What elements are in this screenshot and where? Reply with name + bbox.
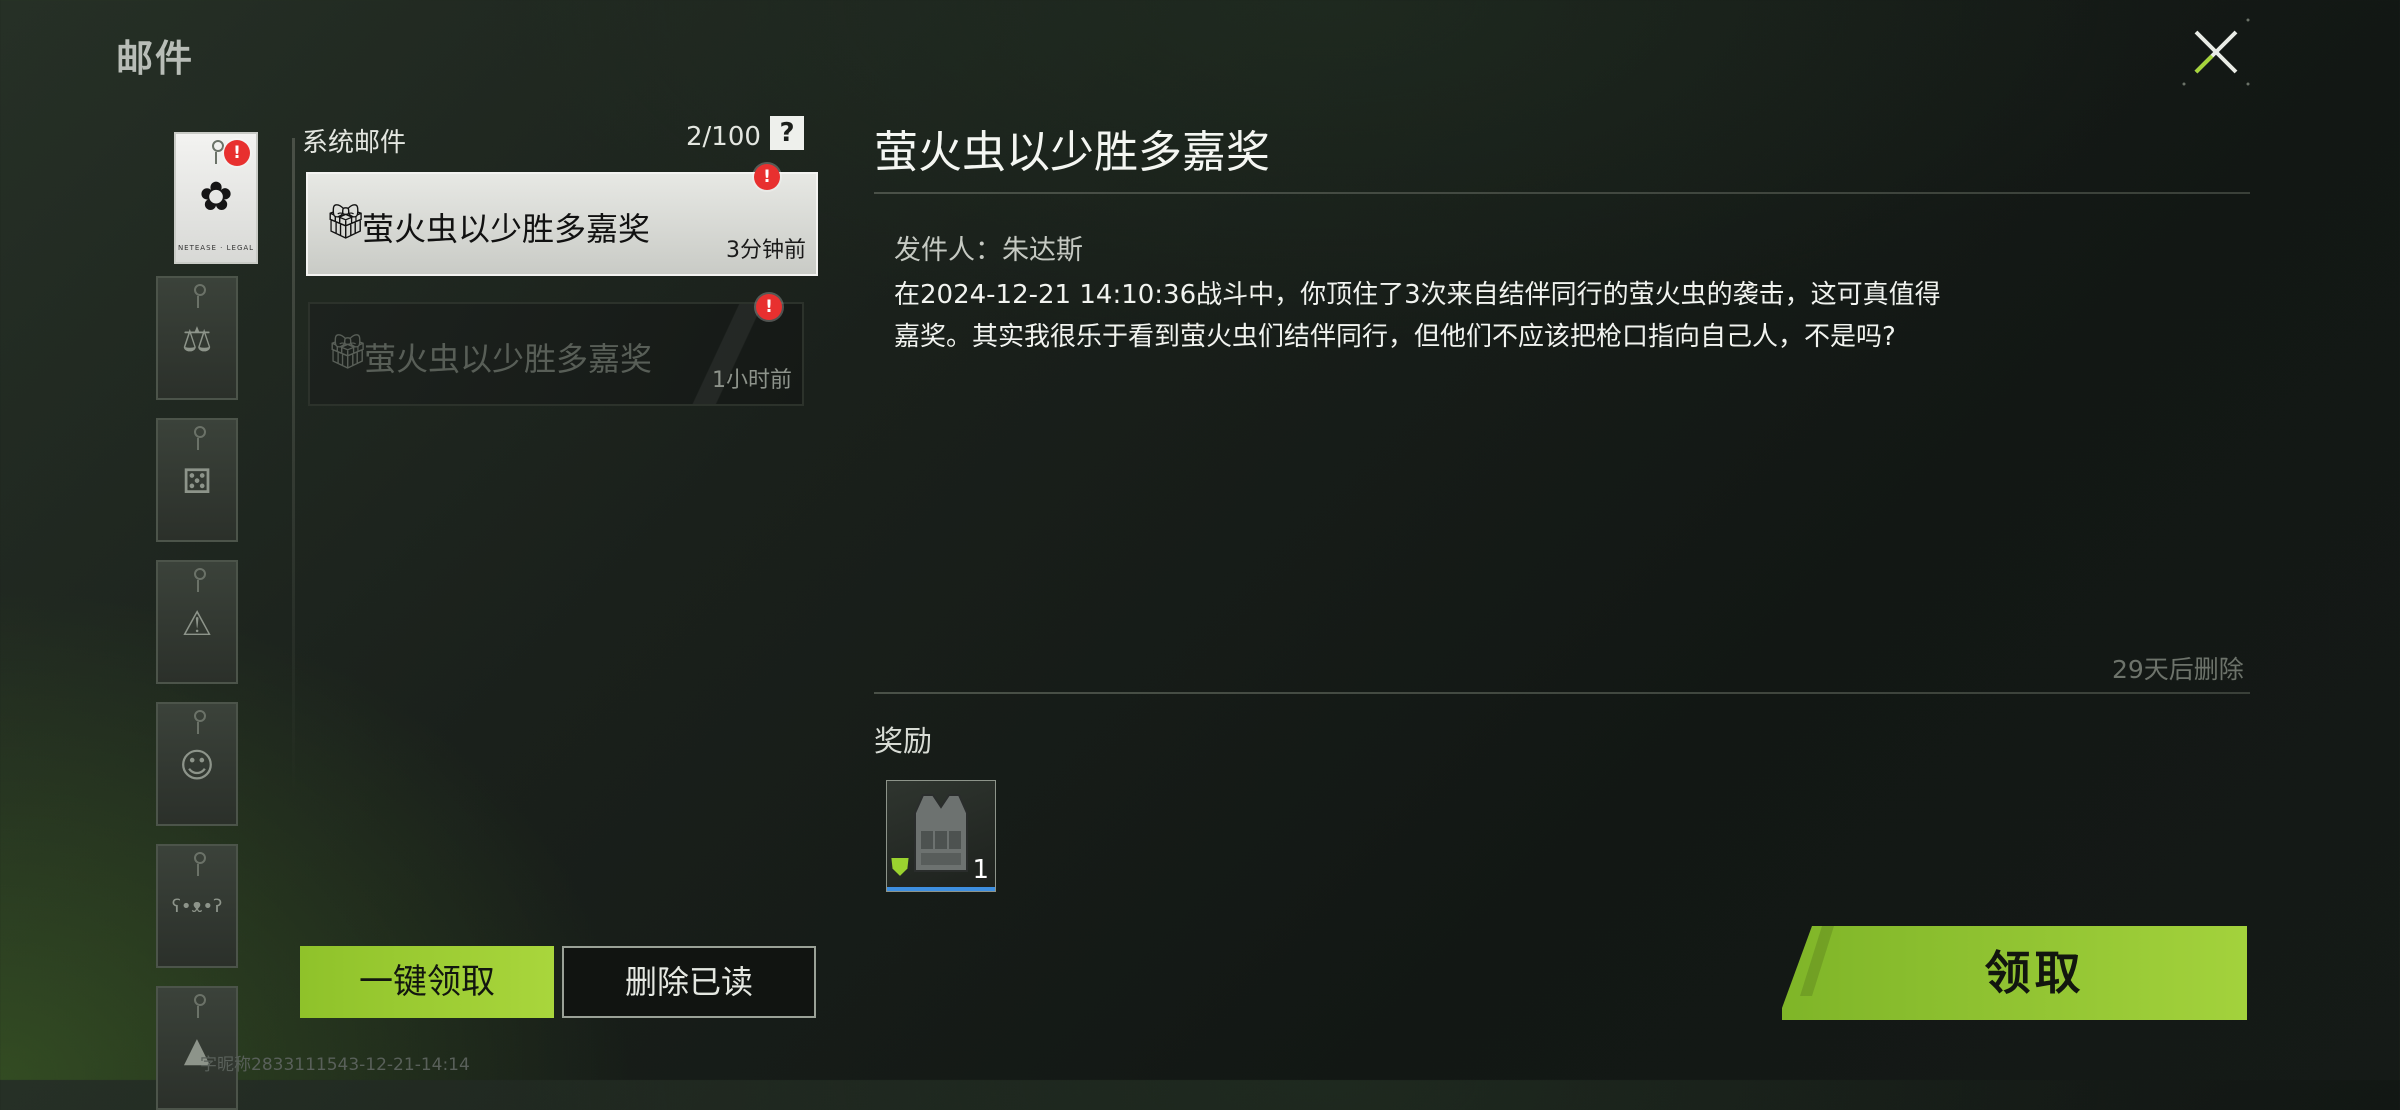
close-icon [2182,18,2250,86]
flower-icon: ✿ [199,174,233,220]
mail-subject: 萤火虫以少胜多嘉奖 [364,340,653,378]
mail-time: 1小时前 [712,368,792,393]
mail-sender: 发件人：朱达斯 [894,235,1083,266]
person-icon: ☺ [179,746,215,786]
gift-icon: 🎁︎ [326,332,370,372]
body-divider [874,692,2250,694]
reward-quantity: 1 [972,855,989,885]
mail-body-line: 在2024-12-21 14:10:36战斗中，你顶住了3次来自结伴同行的萤火虫… [894,280,1941,310]
mail-time: 3分钟前 [726,238,806,263]
dice-icon: ⚄ [182,462,212,502]
expire-notice: 29天后删除 [2112,655,2244,684]
claim-button-label: 领取 [1984,946,2085,1000]
category-bear[interactable]: ʕ•ᴥ•ʔ [156,844,238,968]
category-system-mail[interactable]: ✿ NETEASE · LEGAL ! [174,132,258,264]
mail-item[interactable]: 🎁︎ 萤火虫以少胜多嘉奖 1小时前 ! [308,294,804,406]
rail-divider [292,138,295,798]
player-id-watermark: 字昵称2833111543-12-21-14:14 [200,1055,470,1075]
unread-badge: ! [754,164,780,190]
unread-badge: ! [756,294,782,320]
help-button[interactable]: ? [770,116,804,150]
delete-read-button[interactable]: 删除已读 [562,946,816,1018]
category-warning[interactable]: ⚠ [156,560,238,684]
list-title: 系统邮件 [302,128,407,158]
reward-item-vest[interactable]: ⛊ 1 [886,780,996,892]
bear-icon: ʕ•ᴥ•ʔ [171,896,223,917]
category-judge[interactable]: ⚖ [156,276,238,400]
mail-detail-title: 萤火虫以少胜多嘉奖 [874,127,1270,178]
claim-button[interactable]: 领取 [1782,926,2247,1020]
category-rail: ✿ NETEASE · LEGAL ! ⚖ ⚄ ⚠ ☺ ʕ•ᴥ•ʔ ▲ [156,130,258,1110]
mail-item-selected[interactable]: 🎁︎ 萤火虫以少胜多嘉奖 3分钟前 ! [306,164,818,276]
rarity-bar [887,887,995,891]
category-dice[interactable]: ⚄ [156,418,238,542]
armor-tier-icon: ⛊ [891,853,909,881]
warning-icon: ⚠ [181,604,213,644]
mail-body-line: 嘉奖。其实我很乐于看到萤火虫们结伴同行，但他们不应该把枪口指向自己人，不是吗? [894,322,1896,352]
mail-subject: 萤火虫以少胜多嘉奖 [362,210,651,248]
category-person[interactable]: ☺ [156,702,238,826]
title-divider [874,192,2250,194]
gift-icon: 🎁︎ [324,202,368,242]
mail-body: 在2024-12-21 14:10:36战斗中，你顶住了3次来自结伴同行的萤火虫… [894,274,1974,358]
category-triangle[interactable]: ▲ [156,986,238,1110]
reward-label: 奖励 [874,724,933,758]
page-title: 邮件 [116,37,194,80]
mail-count: 2/100 [686,122,761,152]
unread-badge: ! [224,140,250,166]
close-button[interactable] [2180,16,2252,88]
gavel-icon: ⚖ [181,320,213,360]
tactical-vest-icon [914,794,968,872]
claim-all-button[interactable]: 一键领取 [300,946,554,1018]
